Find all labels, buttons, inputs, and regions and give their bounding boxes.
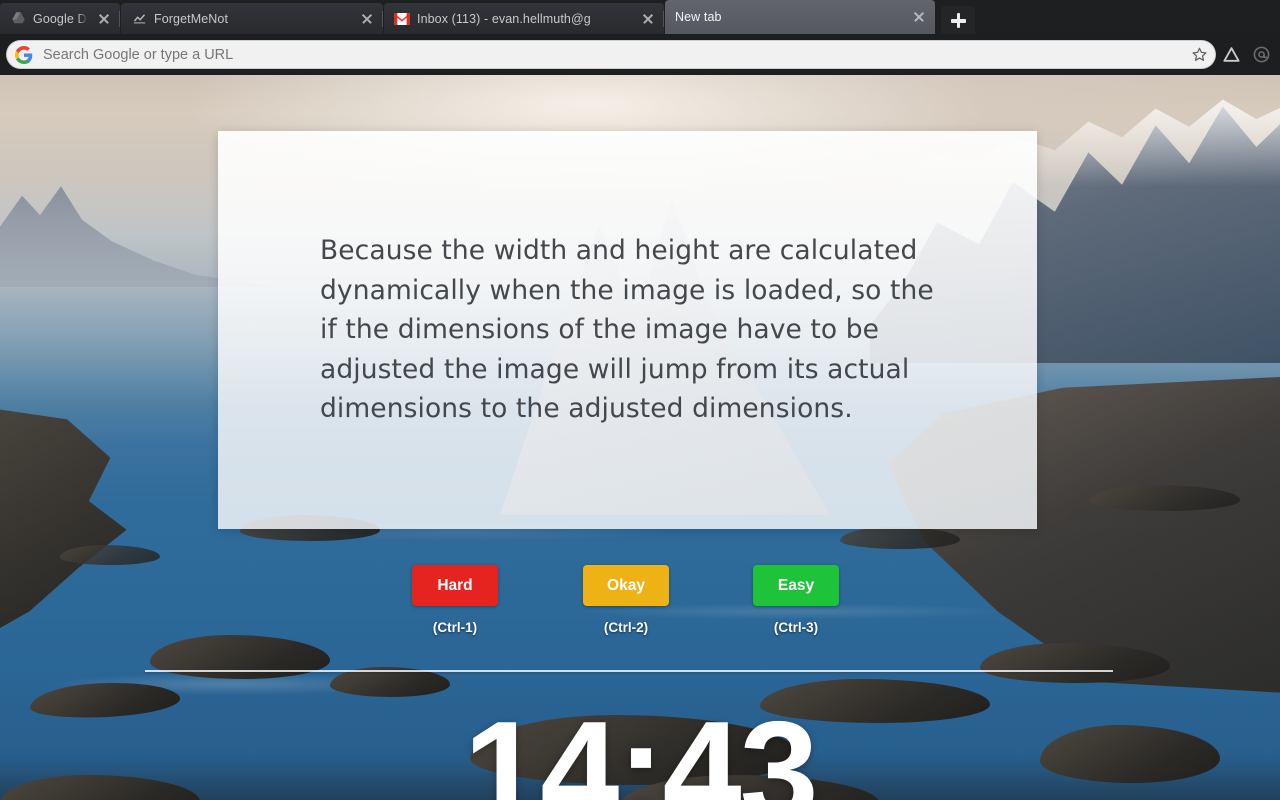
hard-shortcut-label: (Ctrl-1) — [432, 620, 478, 635]
google-g-icon — [15, 45, 33, 64]
tab-title: ForgetMeNot — [154, 11, 229, 26]
account-circle-icon[interactable] — [1246, 40, 1276, 70]
tab-strip: Google Driv ForgetMeNot — [0, 0, 1280, 34]
tab-title: Inbox (113) - evan.hellmuth@g — [417, 11, 591, 26]
flashcard-text: Because the width and height are calcula… — [320, 235, 934, 425]
tab-gmail-inbox[interactable]: Inbox (113) - evan.hellmuth@g — [384, 3, 664, 34]
close-icon[interactable] — [96, 11, 112, 27]
background-rock — [1090, 485, 1240, 511]
close-icon[interactable] — [640, 11, 656, 27]
tab-title: Google Driv — [33, 11, 88, 26]
rating-okay: Okay (Ctrl-2) — [583, 565, 669, 635]
omnibox-placeholder: Search Google or type a URL — [43, 46, 234, 63]
hard-button[interactable]: Hard — [412, 565, 498, 606]
okay-shortcut-label: (Ctrl-2) — [603, 620, 649, 635]
okay-button[interactable]: Okay — [583, 565, 669, 606]
search-input[interactable]: Search Google or type a URL — [6, 40, 1216, 69]
horizontal-divider — [145, 670, 1113, 672]
background-rock — [60, 545, 160, 565]
new-tab-button[interactable] — [941, 6, 975, 34]
background-rock — [840, 527, 960, 549]
star-icon[interactable] — [1186, 42, 1212, 68]
google-drive-icon — [10, 11, 26, 27]
rating-hard: Hard (Ctrl-1) — [412, 565, 498, 635]
clock-display: 14:43 — [463, 692, 818, 800]
tab-google-drive[interactable]: Google Driv — [0, 3, 120, 34]
close-icon[interactable] — [911, 9, 927, 25]
rating-easy: Easy (Ctrl-3) — [753, 565, 839, 635]
browser-window: Google Driv ForgetMeNot — [0, 0, 1280, 800]
gmail-icon — [394, 11, 410, 27]
easy-shortcut-label: (Ctrl-3) — [773, 620, 819, 635]
forgetmenot-chart-icon — [131, 11, 147, 27]
tab-new-tab[interactable]: New tab — [665, 0, 935, 34]
flashcard-panel[interactable]: Because the width and height are calcula… — [218, 131, 1037, 529]
rating-button-group: Hard (Ctrl-1) Okay (Ctrl-2) Easy (Ctrl-3… — [0, 565, 1280, 665]
tab-title: New tab — [675, 10, 722, 24]
browser-toolbar: Search Google or type a URL — [0, 34, 1280, 75]
close-icon[interactable] — [359, 11, 375, 27]
drive-extension-icon[interactable] — [1216, 40, 1246, 70]
page-viewport: Because the width and height are calcula… — [0, 75, 1280, 800]
easy-button[interactable]: Easy — [753, 565, 839, 606]
tab-forgetmenot[interactable]: ForgetMeNot — [121, 3, 383, 34]
